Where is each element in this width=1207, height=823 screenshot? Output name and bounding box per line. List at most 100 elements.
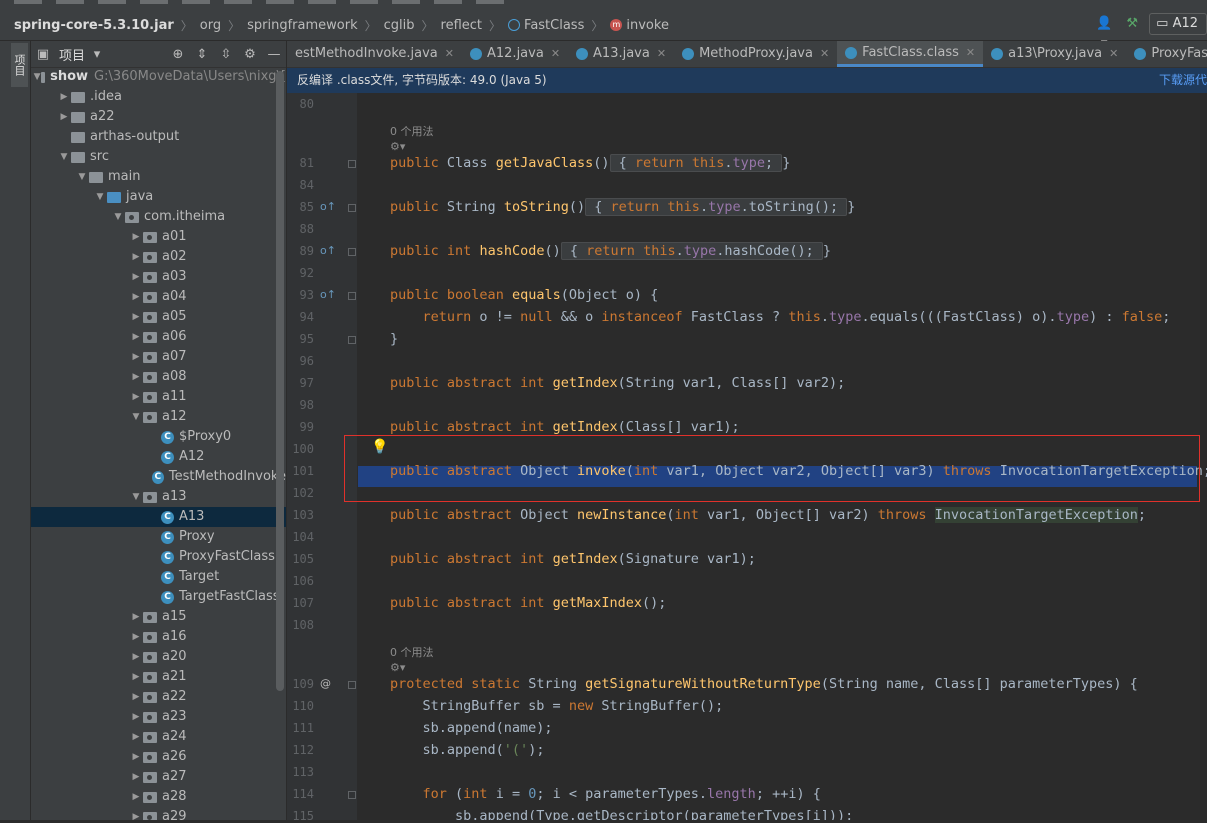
tree-folder-item[interactable]: ▶ a22 — [31, 107, 286, 127]
editor-tab[interactable]: FastClass.class ✕ — [837, 41, 984, 67]
tree-scrollbar[interactable] — [276, 71, 284, 691]
editor-tab[interactable]: ProxyFastClass.java✕ — [1126, 41, 1207, 67]
fold-icon[interactable] — [348, 248, 356, 256]
close-icon[interactable]: ✕ — [445, 41, 454, 67]
tree-folder-item[interactable]: ▼ show G:\360MoveData\Users\nixg\[ — [31, 67, 286, 87]
chevron-down-icon[interactable]: ▼ — [129, 407, 143, 427]
tree-class-item[interactable]: C A12 — [31, 447, 286, 467]
project-panel-title[interactable]: 项目 — [59, 45, 85, 64]
breadcrumb-item-reflect[interactable]: reflect — [441, 18, 483, 33]
tree-folder-item[interactable]: ▶ a22 — [31, 687, 286, 707]
hide-icon[interactable]: — — [262, 47, 286, 62]
chevron-down-icon[interactable]: ▼ — [129, 487, 143, 507]
tree-folder-item[interactable]: ▼ java — [31, 187, 286, 207]
fold-icon[interactable] — [348, 336, 356, 344]
chevron-right-icon[interactable]: ▶ — [129, 287, 143, 307]
code-line[interactable]: public boolean equals(Object o) { — [390, 285, 658, 305]
chevron-right-icon[interactable]: ▶ — [129, 367, 143, 387]
chevron-down-icon[interactable]: ▼ — [111, 207, 125, 227]
breadcrumb-item-springframework[interactable]: springframework — [247, 18, 357, 33]
fold-icon[interactable] — [348, 292, 356, 300]
chevron-right-icon[interactable]: ▶ — [129, 387, 143, 407]
tree-folder-item[interactable]: ▶ a27 — [31, 767, 286, 787]
chevron-right-icon[interactable]: ▶ — [129, 347, 143, 367]
tree-class-item[interactable]: C ProxyFastClass — [31, 547, 286, 567]
tree-folder-item[interactable]: ▼ a13 — [31, 487, 286, 507]
chevron-right-icon[interactable]: ▶ — [129, 627, 143, 647]
code-line[interactable]: public int hashCode() { return this.type… — [390, 241, 831, 261]
tree-class-item[interactable]: C TargetFastClass — [31, 587, 286, 607]
override-icon[interactable]: o↑ — [320, 288, 336, 301]
chevron-down-icon[interactable]: ▾ — [85, 47, 109, 62]
chevron-right-icon[interactable]: ▶ — [129, 247, 143, 267]
editor-tab[interactable]: A13.java ✕ — [568, 41, 674, 67]
code-line[interactable]: public String toString() { return this.t… — [390, 197, 855, 217]
tree-folder-item[interactable]: ▼ src — [31, 147, 286, 167]
chevron-right-icon[interactable]: ▶ — [129, 707, 143, 727]
code-line[interactable]: sb.append('('); — [390, 740, 545, 760]
collapse-all-icon[interactable]: ⇳ — [214, 47, 238, 62]
tree-folder-item[interactable]: ▼ main — [31, 167, 286, 187]
editor-tab[interactable]: A12.java ✕ — [462, 41, 568, 67]
tree-folder-item[interactable]: arthas-output — [31, 127, 286, 147]
chevron-down-icon[interactable]: ▼ — [57, 147, 71, 167]
tree-folder-item[interactable]: ▶ a15 — [31, 607, 286, 627]
fold-icon[interactable] — [348, 160, 356, 168]
tree-folder-item[interactable]: ▼ a12 — [31, 407, 286, 427]
tree-folder-item[interactable]: ▼ com.itheima — [31, 207, 286, 227]
editor-tab[interactable]: estMethodInvoke.java ✕ — [287, 41, 462, 67]
tree-class-item[interactable]: C TestMethodInvoke — [31, 467, 286, 487]
code-line[interactable]: } — [390, 329, 398, 349]
tree-folder-item[interactable]: ▶ a01 — [31, 227, 286, 247]
usage-hint[interactable]: 0 个用法 — [390, 644, 434, 660]
editor-tab[interactable]: a13\Proxy.java ✕ — [983, 41, 1126, 67]
chevron-down-icon[interactable]: ▼ — [75, 167, 89, 187]
tree-folder-item[interactable]: ▶ .idea — [31, 87, 286, 107]
chevron-right-icon[interactable]: ▶ — [129, 787, 143, 807]
tree-folder-item[interactable]: ▶ a29 — [31, 807, 286, 820]
breadcrumb-item-org[interactable]: org — [200, 18, 221, 33]
tree-class-item[interactable]: C Target — [31, 567, 286, 587]
code-line[interactable]: for (int i = 0; i < parameterTypes.lengt… — [390, 784, 821, 804]
gear-icon[interactable]: ⚙ — [238, 47, 262, 62]
fold-icon[interactable] — [348, 791, 356, 799]
override-icon[interactable]: o↑ — [320, 244, 336, 257]
tree-folder-item[interactable]: ▶ a07 — [31, 347, 286, 367]
tree-folder-item[interactable]: ▶ a05 — [31, 307, 286, 327]
chevron-right-icon[interactable]: ▶ — [129, 607, 143, 627]
run-configuration-select[interactable]: ▭ A12 — [1149, 13, 1207, 35]
chevron-right-icon[interactable]: ▶ — [129, 267, 143, 287]
build-hammer-icon[interactable]: ⚒ — [1121, 14, 1143, 34]
fold-icon[interactable] — [348, 681, 356, 689]
tree-class-item[interactable]: C A13 — [31, 507, 286, 527]
close-icon[interactable]: ✕ — [551, 41, 560, 67]
chevron-right-icon[interactable]: ▶ — [129, 227, 143, 247]
chevron-right-icon[interactable]: ▶ — [129, 747, 143, 767]
chevron-right-icon[interactable]: ▶ — [129, 667, 143, 687]
project-tool-tab[interactable]: 项目 — [11, 43, 28, 87]
tree-folder-item[interactable]: ▶ a24 — [31, 727, 286, 747]
editor-tab[interactable]: MethodProxy.java ✕ — [674, 41, 837, 67]
chevron-right-icon[interactable]: ▶ — [129, 727, 143, 747]
breadcrumb-item-fastclass[interactable]: FastClass — [524, 18, 584, 33]
chevron-down-icon[interactable]: ▼ — [34, 67, 41, 87]
user-icon[interactable]: 👤▾ — [1093, 14, 1115, 51]
code-line[interactable]: public Class getJavaClass() { return thi… — [390, 153, 790, 173]
close-icon[interactable]: ✕ — [1109, 41, 1118, 67]
tree-folder-item[interactable]: ▶ a16 — [31, 627, 286, 647]
tree-folder-item[interactable]: ▶ a02 — [31, 247, 286, 267]
chevron-right-icon[interactable]: ▶ — [129, 687, 143, 707]
expand-all-icon[interactable]: ⇕ — [190, 47, 214, 62]
chevron-right-icon[interactable]: ▶ — [129, 307, 143, 327]
tree-folder-item[interactable]: ▶ a08 — [31, 367, 286, 387]
code-vision-icon[interactable]: ⚙▾ — [390, 140, 405, 153]
breadcrumb-item-cglib[interactable]: cglib — [384, 18, 415, 33]
tree-folder-item[interactable]: ▶ a03 — [31, 267, 286, 287]
code-line[interactable]: public abstract int getIndex(Signature v… — [390, 549, 756, 569]
chevron-right-icon[interactable]: ▶ — [129, 807, 143, 820]
tree-class-item[interactable]: C $Proxy0 — [31, 427, 286, 447]
tree-folder-item[interactable]: ▶ a21 — [31, 667, 286, 687]
tree-folder-item[interactable]: ▶ a06 — [31, 327, 286, 347]
chevron-down-icon[interactable]: ▼ — [93, 187, 107, 207]
download-sources-link[interactable]: 下载源代 — [1159, 68, 1207, 93]
